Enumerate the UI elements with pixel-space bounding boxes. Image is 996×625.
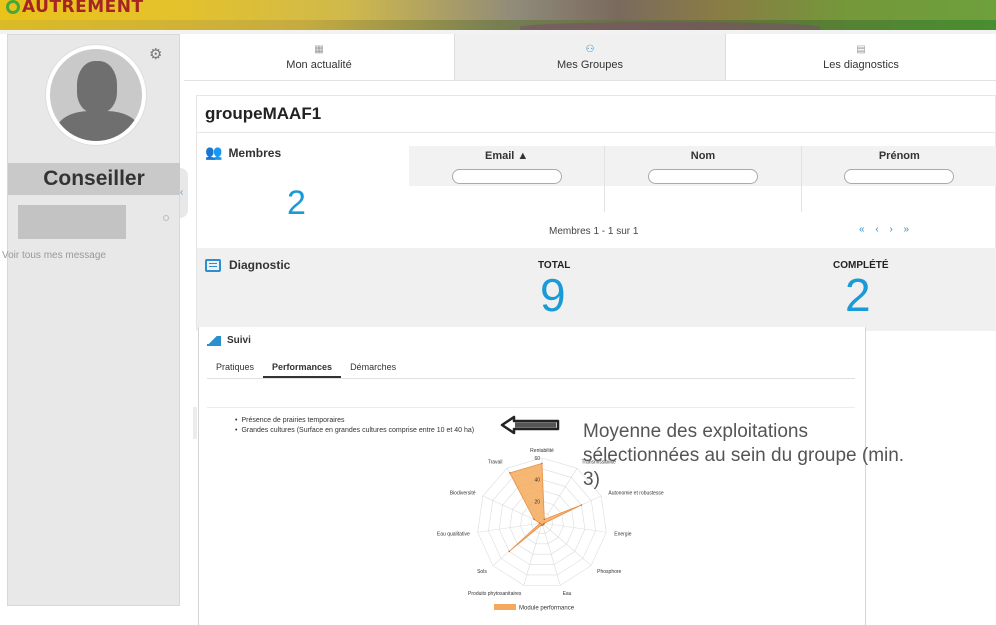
app-logo[interactable]: AUTREMENT bbox=[6, 0, 144, 17]
column-header[interactable]: Prénom bbox=[879, 150, 920, 162]
data-point bbox=[508, 472, 511, 474]
prenom-filter-input[interactable] bbox=[844, 169, 955, 184]
grid-spoke bbox=[541, 522, 607, 533]
complete-value: 2 bbox=[845, 269, 871, 321]
annotation-text: Moyenne des exploitations sélectionnées … bbox=[583, 421, 905, 490]
legend-label: Module performance bbox=[519, 606, 575, 612]
list-icon bbox=[205, 258, 221, 272]
tab-mon-actualite[interactable]: ▦ Mon actualité bbox=[184, 34, 454, 80]
axis-label: Rentabilité bbox=[530, 448, 554, 454]
r-tick-label: 60 bbox=[534, 456, 540, 462]
tab-label: Mes Groupes bbox=[556, 58, 624, 71]
panel-edge bbox=[193, 407, 197, 439]
criteria-item: Présence de prairies temporaires bbox=[235, 417, 344, 424]
diagnostic-label: Diagnostic bbox=[229, 258, 291, 272]
tab-les-diagnostics[interactable]: ▤ Les diagnostics bbox=[726, 34, 996, 80]
status-dot-icon bbox=[163, 215, 169, 221]
data-point bbox=[541, 462, 543, 465]
axis-label: Energie bbox=[614, 531, 631, 537]
avatar-silhouette-body bbox=[56, 111, 140, 141]
user-name-redacted bbox=[18, 205, 126, 239]
column-nom[interactable]: Nom bbox=[605, 146, 802, 186]
column-header[interactable]: Email ▲ bbox=[485, 150, 528, 162]
axis-label: Biodiversité bbox=[450, 491, 476, 497]
email-filter-input[interactable] bbox=[451, 169, 562, 184]
pagination-arrows[interactable]: « ‹ › » bbox=[859, 224, 913, 235]
data-point bbox=[508, 550, 511, 553]
members-heading: 👥 Membres bbox=[205, 144, 281, 161]
r-tick-label: 20 bbox=[534, 499, 540, 505]
axis-label: Eau bbox=[563, 591, 572, 597]
tab-mes-groupes[interactable]: ⚇ Mes Groupes bbox=[454, 34, 726, 80]
tab-label: Mon actualité bbox=[286, 58, 352, 71]
column-header[interactable]: Nom bbox=[691, 150, 715, 162]
tab-pratiques[interactable]: Pratiques bbox=[207, 357, 263, 378]
area-chart-icon bbox=[207, 335, 221, 346]
suivi-tabs: Pratiques Performances Démarches bbox=[207, 357, 855, 379]
axis-label: Produits phytosanitaires bbox=[468, 591, 522, 597]
data-point bbox=[543, 518, 546, 521]
axis-label: Phosphore bbox=[597, 569, 621, 575]
divider bbox=[197, 132, 996, 133]
avatar[interactable] bbox=[46, 45, 146, 145]
tab-demarches[interactable]: Démarches bbox=[341, 357, 405, 378]
members-range: Membres 1 - 1 sur 1 bbox=[549, 226, 639, 237]
group-title: groupeMAAF1 bbox=[205, 104, 322, 123]
gear-icon[interactable]: ⚙ bbox=[149, 45, 162, 63]
group-panel: groupeMAAF1 👥 Membres 2 Email ▲ Nom Prén… bbox=[196, 95, 996, 331]
sidebar: ⚙ Conseiller Voir tous mes message bbox=[2, 34, 180, 606]
logo-ring-icon bbox=[6, 0, 20, 14]
user-role: Conseiller bbox=[8, 163, 180, 195]
main-tabs: ▦ Mon actualité ⚇ Mes Groupes ▤ Les diag… bbox=[184, 34, 996, 81]
data-point bbox=[539, 522, 541, 525]
suivi-heading: Suivi bbox=[207, 335, 251, 346]
axis-label: Sols bbox=[477, 569, 487, 575]
group-icon: ⚇ bbox=[585, 43, 595, 55]
members-count: 2 bbox=[287, 184, 306, 222]
axis-label: Eau qualitative bbox=[437, 531, 470, 537]
series-area bbox=[508, 462, 582, 552]
members-table-body bbox=[409, 186, 996, 212]
tab-performances[interactable]: Performances bbox=[263, 357, 342, 378]
r-tick-label: 40 bbox=[534, 478, 540, 484]
diagnostic-heading: Diagnostic bbox=[205, 258, 290, 272]
grid-spoke bbox=[541, 522, 592, 566]
data-point bbox=[540, 524, 543, 526]
members-table-header: Email ▲ Nom Prénom bbox=[409, 146, 996, 186]
tab-label: Les diagnostics bbox=[823, 58, 899, 71]
total-value: 9 bbox=[540, 269, 566, 321]
members-label: Membres bbox=[228, 145, 282, 160]
column-prenom[interactable]: Prénom bbox=[802, 146, 996, 186]
criteria-item: Grandes cultures (Surface en grandes cul… bbox=[235, 427, 474, 434]
nom-filter-input[interactable] bbox=[647, 169, 758, 184]
legend-swatch bbox=[494, 604, 516, 610]
avatar-silhouette-head bbox=[77, 61, 117, 113]
suivi-title: Suivi bbox=[227, 335, 251, 346]
logo-text: AUTREMENT bbox=[22, 0, 144, 17]
column-email[interactable]: Email ▲ bbox=[409, 146, 606, 186]
axis-label: Travail bbox=[488, 460, 503, 466]
document-icon: ▤ bbox=[856, 43, 866, 55]
diagnostic-row: Diagnostic TOTAL 9 COMPLÉTÉ 2 bbox=[197, 248, 996, 331]
header-banner: AUTREMENT bbox=[0, 0, 996, 32]
data-point bbox=[533, 518, 535, 521]
collapse-sidebar-chevron-icon[interactable]: ‹ bbox=[180, 168, 188, 218]
data-point bbox=[580, 504, 583, 506]
arrow-left-icon bbox=[500, 415, 560, 435]
calendar-icon: ▦ bbox=[314, 43, 324, 55]
messages-link[interactable]: Voir tous mes message bbox=[2, 250, 182, 261]
users-icon: 👥 bbox=[205, 144, 223, 160]
